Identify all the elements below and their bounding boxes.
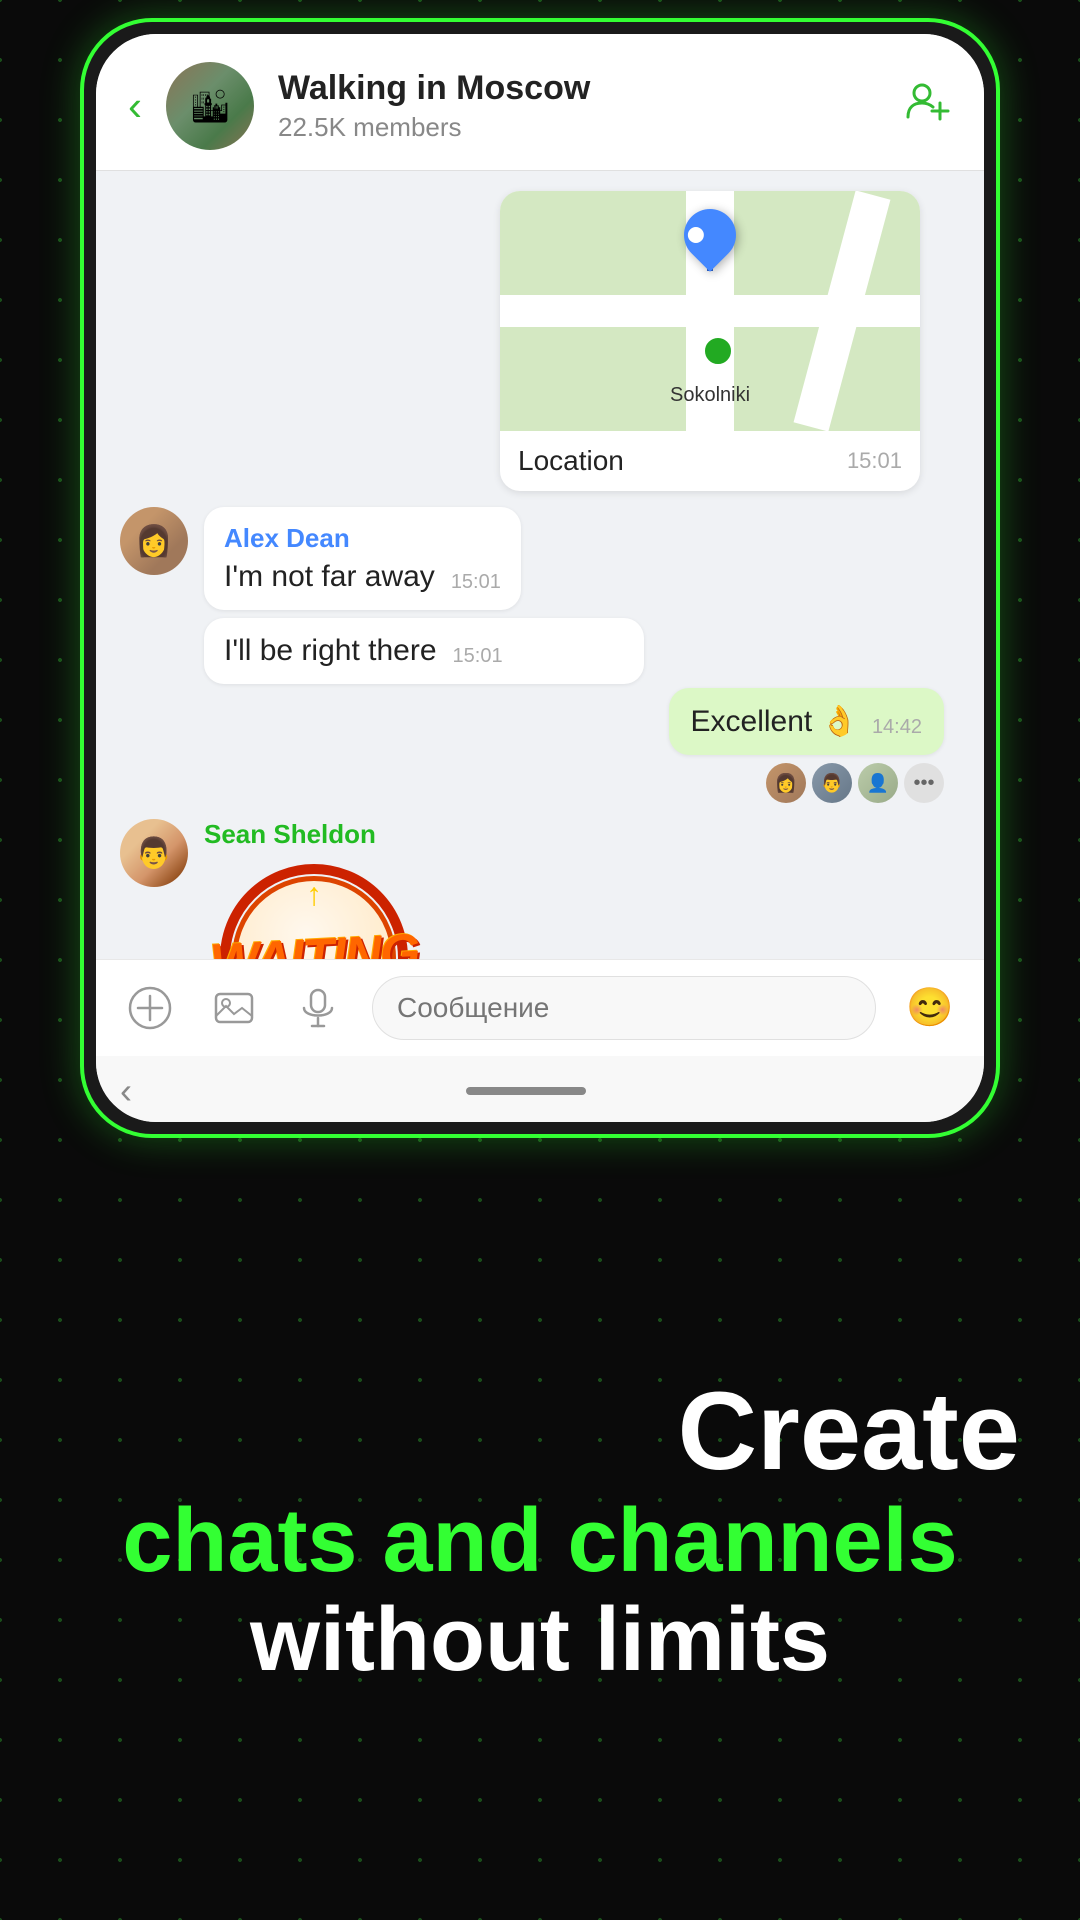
- alex-avatar-image: 👩: [120, 507, 188, 575]
- promo-line-3: without limits: [60, 1591, 1020, 1690]
- messages-area: Sokolniki Location 15:01 👩 Alex Dean: [96, 171, 984, 959]
- sean-avatar: 👨: [120, 819, 188, 887]
- add-member-button[interactable]: [904, 77, 952, 135]
- location-label: Location: [518, 445, 624, 477]
- alex-message-1: 👩 Alex Dean I'm not far away 15:01: [120, 507, 960, 610]
- emoji-button[interactable]: 😊: [900, 978, 960, 1038]
- back-button[interactable]: ‹: [128, 85, 142, 127]
- members-count: 22.5K members: [278, 112, 880, 143]
- alex-bubble-1: Alex Dean I'm not far away 15:01: [204, 507, 521, 610]
- map-message: Sokolniki Location 15:01: [500, 191, 920, 491]
- seen-avatar-1: 👩: [766, 763, 806, 803]
- map-place-label: Sokolniki: [670, 384, 750, 407]
- alex-text-2: I'll be right there 15:01: [224, 634, 624, 668]
- attach-button[interactable]: [120, 978, 180, 1038]
- map-caption: Location 15:01: [500, 431, 920, 491]
- nav-bar: ‹: [96, 1056, 984, 1122]
- seen-more-button[interactable]: •••: [904, 763, 944, 803]
- home-indicator[interactable]: [466, 1087, 586, 1095]
- outgoing-message: Excellent 👌 14:42: [120, 688, 960, 755]
- sticker-waiting: ↑ WAITING 09:53: [204, 858, 424, 959]
- alex-avatar: 👩: [120, 507, 188, 575]
- alex-text-1: I'm not far away 15:01: [224, 560, 501, 594]
- sean-avatar-image: 👨: [120, 819, 188, 887]
- alex-sender-name: Alex Dean: [224, 523, 501, 554]
- outgoing-bubble: Excellent 👌 14:42: [669, 688, 944, 755]
- map-road-horizontal: [500, 295, 920, 327]
- nav-back-button[interactable]: ‹: [120, 1070, 132, 1112]
- waiting-text: WAITING: [208, 923, 419, 959]
- alex-time-2: 15:01: [453, 645, 503, 668]
- group-avatar-image: 🏙: [166, 62, 254, 150]
- sean-message: 👨 Sean Sheldon ↑: [120, 819, 960, 959]
- app-container: ‹ 🏙 Walking in Moscow 22.5K members: [96, 34, 984, 1122]
- seen-avatar-3: 👤: [858, 763, 898, 803]
- outgoing-time: 14:42: [872, 716, 922, 739]
- phone-frame: ‹ 🏙 Walking in Moscow 22.5K members: [80, 18, 1000, 1138]
- map-visual: Sokolniki: [500, 191, 920, 431]
- alex-message-2: I'll be right there 15:01: [204, 618, 960, 684]
- chat-header: ‹ 🏙 Walking in Moscow 22.5K members: [96, 34, 984, 171]
- seen-avatar-2: 👨: [812, 763, 852, 803]
- promo-section: Create chats and channels without limits: [0, 1140, 1080, 1920]
- promo-line-1: Create: [60, 1371, 1020, 1492]
- mic-button[interactable]: [288, 978, 348, 1038]
- sean-sender-name: Sean Sheldon: [204, 819, 424, 850]
- group-avatar: 🏙: [166, 62, 254, 150]
- group-info: Walking in Moscow 22.5K members: [278, 69, 880, 143]
- group-name: Walking in Moscow: [278, 69, 880, 108]
- phone-screen: ‹ 🏙 Walking in Moscow 22.5K members: [96, 34, 984, 1122]
- seen-avatars-row: 👩 👨 👤 •••: [120, 763, 960, 803]
- promo-line-2: chats and channels: [60, 1492, 1020, 1591]
- message-input[interactable]: [372, 976, 876, 1040]
- alex-time-1: 15:01: [451, 571, 501, 594]
- gallery-button[interactable]: [204, 978, 264, 1038]
- input-bar: 😊: [96, 959, 984, 1056]
- outgoing-text: Excellent 👌 14:42: [691, 704, 922, 739]
- alex-bubble-2: I'll be right there 15:01: [204, 618, 644, 684]
- map-time: 15:01: [847, 448, 902, 474]
